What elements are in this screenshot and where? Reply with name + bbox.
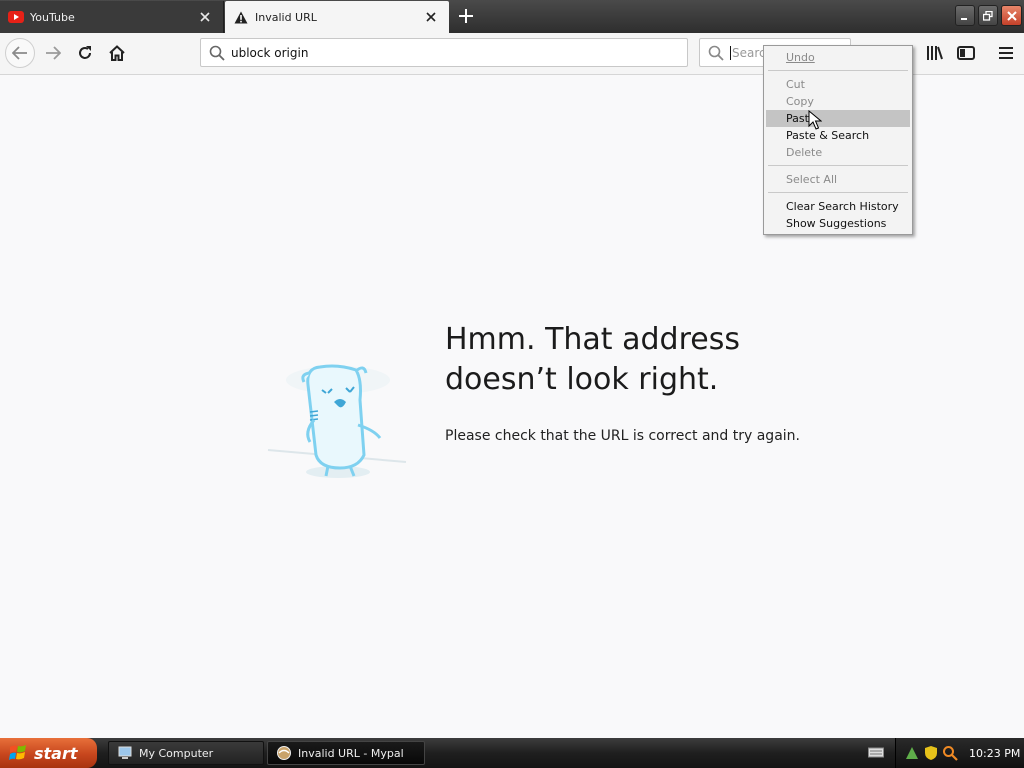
taskbar-item-my-computer[interactable]: My Computer — [108, 741, 264, 765]
menu-item-label: Cut — [786, 78, 805, 91]
menu-item-paste[interactable]: Paste — [766, 110, 910, 127]
youtube-icon — [8, 9, 24, 25]
home-icon — [109, 45, 125, 61]
error-description: Please check that the URL is correct and… — [445, 428, 800, 444]
close-tab-icon[interactable] — [197, 9, 213, 25]
menu-item-select-all[interactable]: Select All — [766, 171, 910, 188]
error-title-line-1: Hmm. That address — [445, 322, 740, 357]
menu-item-label: Show Suggestions — [786, 217, 887, 230]
search-icon[interactable] — [942, 745, 958, 761]
restore-button[interactable] — [978, 5, 998, 26]
new-tab-button[interactable] — [455, 5, 477, 27]
menu-separator — [768, 70, 908, 71]
reload-icon — [79, 46, 91, 59]
windows-logo-icon — [9, 745, 26, 760]
menu-item-label: Copy — [786, 95, 814, 108]
error-title: Hmm. That address doesn’t look right. — [445, 320, 845, 400]
menu-item-label: Select All — [786, 173, 838, 186]
menu-item-clear-search-history[interactable]: Clear Search History — [766, 198, 910, 215]
search-icon — [209, 45, 225, 61]
sidebar-icon — [957, 46, 975, 60]
address-bar-value: ublock origin — [231, 45, 309, 60]
menu-separator — [768, 165, 908, 166]
mypal-browser-icon — [277, 746, 291, 760]
tab-strip: YouTube Invalid URL — [0, 0, 1024, 33]
menu-separator — [768, 192, 908, 193]
tab-title: YouTube — [30, 10, 75, 24]
back-button[interactable] — [5, 38, 35, 68]
confused-mascot-illustration — [266, 340, 411, 485]
taskbar-item-browser[interactable]: Invalid URL - Mypal — [267, 741, 425, 765]
menu-item-label: Delete — [786, 146, 823, 159]
tab-youtube[interactable]: YouTube — [0, 1, 224, 33]
sidebar-button[interactable] — [951, 38, 981, 68]
menu-item-show-suggestions[interactable]: Show Suggestions — [766, 215, 910, 232]
tab-title: Invalid URL — [255, 10, 317, 24]
context-menu: Undo Cut Copy Paste Paste & Search Delet… — [763, 45, 913, 235]
menu-item-copy[interactable]: Copy — [766, 93, 910, 110]
home-button[interactable] — [102, 38, 132, 68]
system-tray: 10:23 PM — [895, 738, 1024, 768]
taskbar-item-label: My Computer — [139, 746, 214, 760]
computer-icon — [118, 746, 132, 759]
start-label: start — [34, 743, 78, 763]
warning-icon — [233, 9, 249, 25]
address-bar[interactable]: ublock origin — [200, 38, 688, 67]
hamburger-menu-icon — [999, 47, 1013, 59]
library-button[interactable] — [920, 38, 950, 68]
menu-item-undo[interactable]: Undo — [766, 49, 910, 66]
network-icon[interactable] — [904, 745, 920, 761]
security-shield-icon[interactable] — [923, 745, 939, 761]
clock: 10:23 PM — [969, 746, 1021, 760]
taskbar-item-label: Invalid URL - Mypal — [298, 746, 404, 760]
minimize-button[interactable] — [955, 5, 975, 26]
close-window-button[interactable] — [1001, 5, 1022, 26]
menu-item-cut[interactable]: Cut — [766, 76, 910, 93]
search-icon — [708, 45, 724, 61]
forward-button[interactable] — [38, 38, 68, 68]
error-title-line-2: doesn’t look right. — [445, 362, 719, 397]
back-arrow-icon — [12, 46, 27, 60]
menu-item-label: Clear Search History — [786, 200, 899, 213]
close-tab-icon[interactable] — [423, 9, 439, 25]
forward-arrow-icon — [46, 46, 61, 60]
menu-item-delete[interactable]: Delete — [766, 144, 910, 161]
menu-item-label: Paste & Search — [786, 129, 870, 142]
keyboard-icon[interactable] — [868, 745, 884, 759]
menu-item-paste-and-search[interactable]: Paste & Search — [766, 127, 910, 144]
tab-invalid-url[interactable]: Invalid URL — [225, 1, 449, 33]
start-button[interactable]: start — [0, 738, 97, 768]
reload-button[interactable] — [70, 38, 100, 68]
menu-button[interactable] — [991, 38, 1021, 68]
mouse-cursor-icon — [808, 110, 822, 130]
menu-item-label: Undo — [786, 51, 815, 64]
library-icon — [927, 46, 943, 60]
